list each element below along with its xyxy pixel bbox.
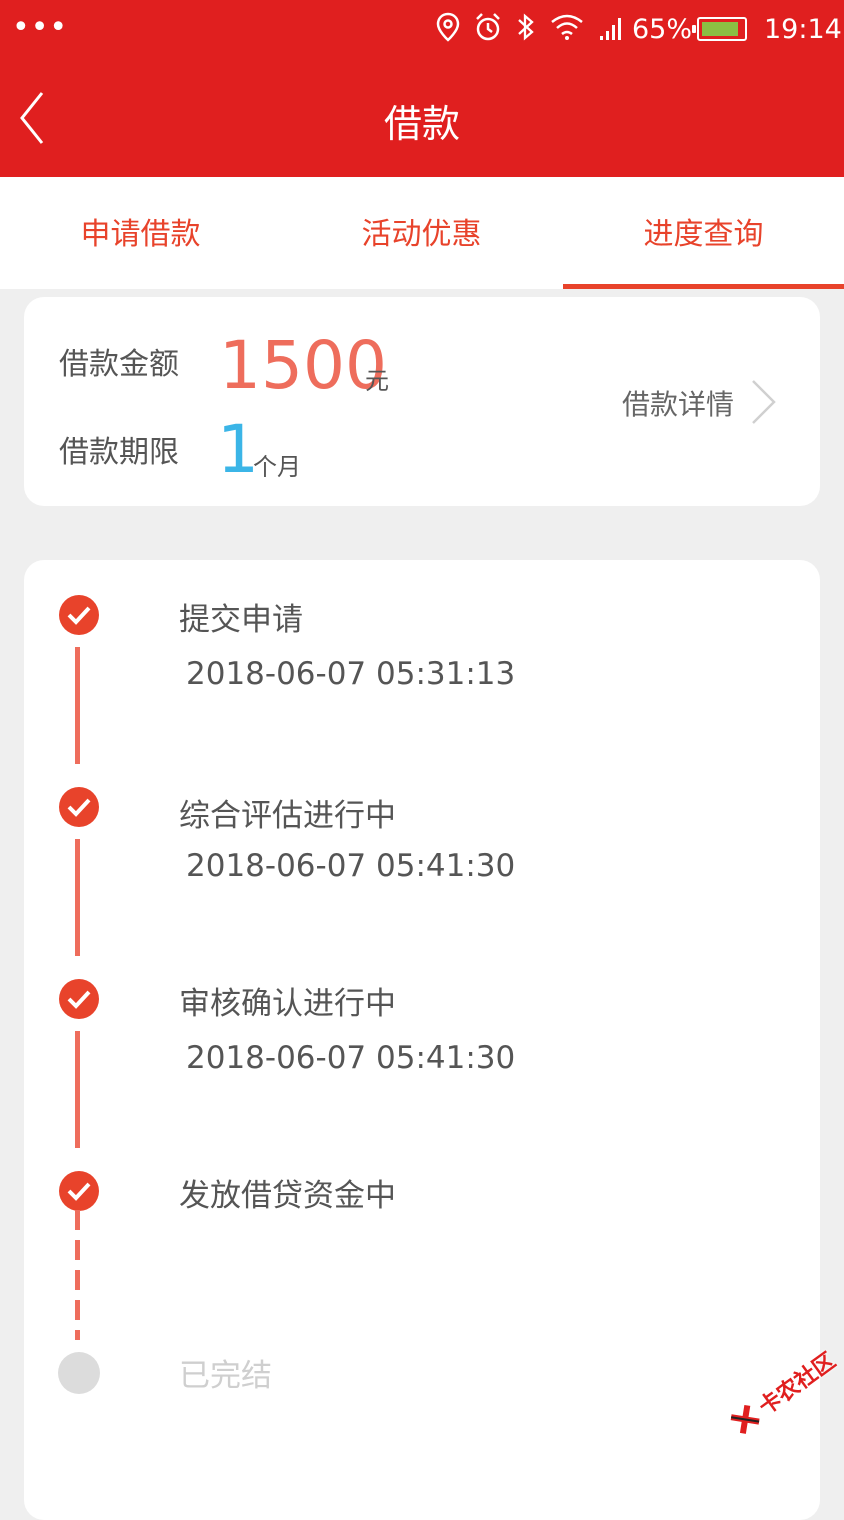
pending-step-dot [58, 1352, 100, 1394]
step-title: 审核确认进行中 [179, 986, 396, 1022]
term-unit: 个月 [253, 453, 301, 481]
step-time: 2018-06-07 05:41:30 [186, 848, 516, 884]
page-title: 借款 [383, 102, 460, 146]
battery-icon [692, 17, 747, 41]
amount-label: 借款金额 [59, 347, 179, 382]
tab-promotions[interactable]: 活动优惠 [281, 177, 562, 289]
check-circle-icon [59, 979, 99, 1019]
bluetooth-icon [518, 13, 534, 41]
loan-amount: 1500 [219, 327, 387, 404]
timeline-line [75, 647, 80, 764]
check-circle-icon [59, 595, 99, 635]
term-label: 借款期限 [59, 435, 179, 470]
active-tab-indicator [563, 284, 844, 289]
progress-card: 提交申请 2018-06-07 05:31:13 综合评估进行中 2018-06… [24, 560, 820, 1520]
nav-bar: 借款 [0, 60, 844, 177]
status-bar: ••• 65% 19:14 [0, 0, 844, 60]
tab-label: 进度查询 [643, 217, 764, 252]
clock: 19:14 [764, 14, 842, 45]
wifi-icon [551, 14, 583, 40]
check-circle-icon [59, 787, 99, 827]
timeline-line [75, 1031, 80, 1148]
step-title-pending: 已完结 [179, 1358, 272, 1394]
tab-label: 活动优惠 [361, 217, 482, 252]
step-time: 2018-06-07 05:41:30 [186, 1040, 516, 1076]
tab-bar: 申请借款 活动优惠 进度查询 [0, 177, 844, 289]
loan-details-link[interactable]: 借款详情 [622, 383, 734, 423]
signal-icon [600, 18, 621, 40]
step-title: 综合评估进行中 [179, 798, 396, 834]
step-title: 发放借贷资金中 [179, 1178, 396, 1214]
location-icon [436, 12, 460, 42]
alarm-icon [476, 13, 500, 41]
status-icons [436, 12, 626, 42]
check-circle-icon [59, 1171, 99, 1211]
tab-label: 申请借款 [80, 217, 201, 252]
timeline-dashed-line [75, 1210, 80, 1340]
chevron-right-icon[interactable] [748, 377, 778, 427]
tab-apply-loan[interactable]: 申请借款 [0, 177, 281, 289]
notification-dots: ••• [12, 10, 69, 45]
battery-percent: 65% [632, 14, 693, 45]
tab-progress-query[interactable]: 进度查询 [563, 177, 844, 289]
step-title: 提交申请 [179, 602, 303, 638]
amount-unit: 元 [365, 367, 389, 395]
timeline-line [75, 839, 80, 956]
loan-summary-card: 借款金额 1500 元 借款期限 1 个月 借款详情 [24, 297, 820, 506]
step-time: 2018-06-07 05:31:13 [186, 656, 516, 692]
